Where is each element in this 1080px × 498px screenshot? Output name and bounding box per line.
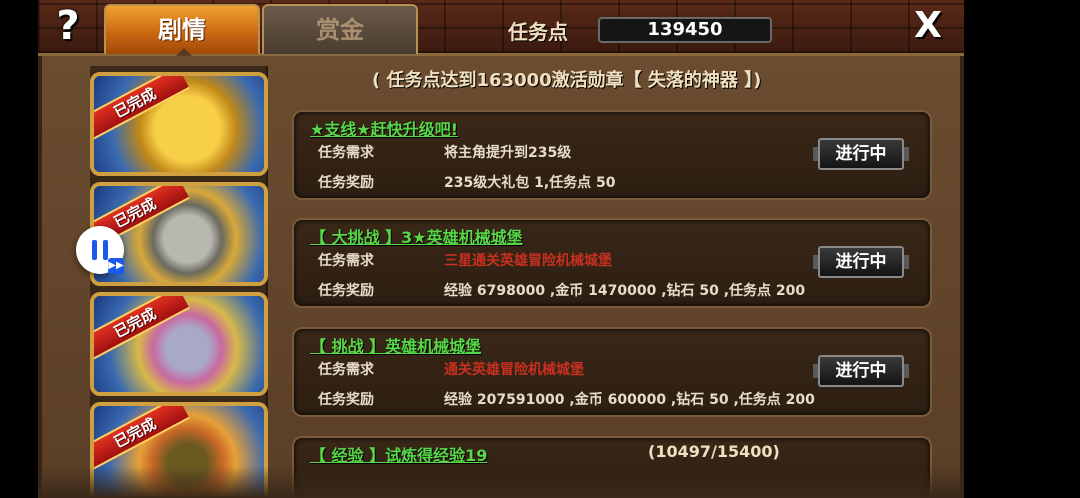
quest-points-label: 任务点 — [508, 20, 568, 44]
requirement-text: 三星通关英雄冒险机械城堡 — [444, 253, 612, 269]
medal-list[interactable]: 已完成 已完成 已完成 已完成 — [90, 66, 268, 498]
requirement-text: 将主角提升到235级 — [444, 145, 572, 161]
fast-forward-icon[interactable]: ▶▶ — [108, 258, 124, 274]
quest-title[interactable]: 【 经验 】试炼得经验19 — [310, 442, 487, 466]
reward-text: 经验 6798000 ,金币 1470000 ,钻石 50 ,任务点 200 — [444, 283, 806, 299]
requirement-label: 任务需求 — [318, 362, 374, 378]
quest-points-value: 139450 — [598, 17, 772, 43]
in-progress-button[interactable]: 进行中 — [818, 138, 904, 170]
pause-bar — [103, 240, 108, 260]
reward-label: 任务奖励 — [318, 175, 374, 191]
help-icon[interactable]: ? — [48, 4, 88, 48]
requirement-label: 任务需求 — [318, 253, 374, 269]
in-progress-button[interactable]: 进行中 — [818, 246, 904, 278]
medal-item[interactable]: 已完成 — [90, 72, 268, 176]
reward-label: 任务奖励 — [318, 283, 374, 299]
quest-title[interactable]: ★支线★赶快升级吧! — [310, 116, 458, 140]
close-icon[interactable]: X — [906, 4, 950, 48]
pause-bar — [92, 240, 97, 260]
quest-progress: (10497/15400) — [648, 442, 780, 461]
tab-bounty[interactable]: 赏金 — [262, 4, 418, 54]
quest-card[interactable]: ★支线★赶快升级吧! 任务需求 将主角提升到235级 任务奖励 235级大礼包 … — [292, 110, 932, 200]
medal-item[interactable]: 已完成 — [90, 292, 268, 396]
reward-text: 经验 207591000 ,金币 600000 ,钻石 50 ,任务点 200 — [444, 392, 815, 408]
game-screen: ? 剧情 赏金 任务点 139450 X 已完成 已完成 已完成 已完成 ( 任… — [0, 0, 1080, 498]
in-progress-button[interactable]: 进行中 — [818, 355, 904, 387]
quest-card[interactable]: 【 大挑战 】3★英雄机械城堡 任务需求 三星通关英雄冒险机械城堡 任务奖励 经… — [292, 218, 932, 308]
requirement-label: 任务需求 — [318, 145, 374, 161]
scroll-fade — [38, 466, 964, 498]
tab-story[interactable]: 剧情 — [104, 4, 260, 56]
requirement-text: 通关英雄冒险机械城堡 — [444, 362, 584, 378]
medal-activation-banner: ( 任务点达到163000激活勋章【 失落的神器 】) — [372, 70, 762, 91]
quest-card[interactable]: 【 挑战 】英雄机械城堡 任务需求 通关英雄冒险机械城堡 任务奖励 经验 207… — [292, 327, 932, 417]
quest-title[interactable]: 【 挑战 】英雄机械城堡 — [310, 333, 481, 357]
reward-text: 235级大礼包 1,任务点 50 — [444, 175, 616, 191]
quest-title[interactable]: 【 大挑战 】3★英雄机械城堡 — [310, 224, 523, 248]
reward-label: 任务奖励 — [318, 392, 374, 408]
